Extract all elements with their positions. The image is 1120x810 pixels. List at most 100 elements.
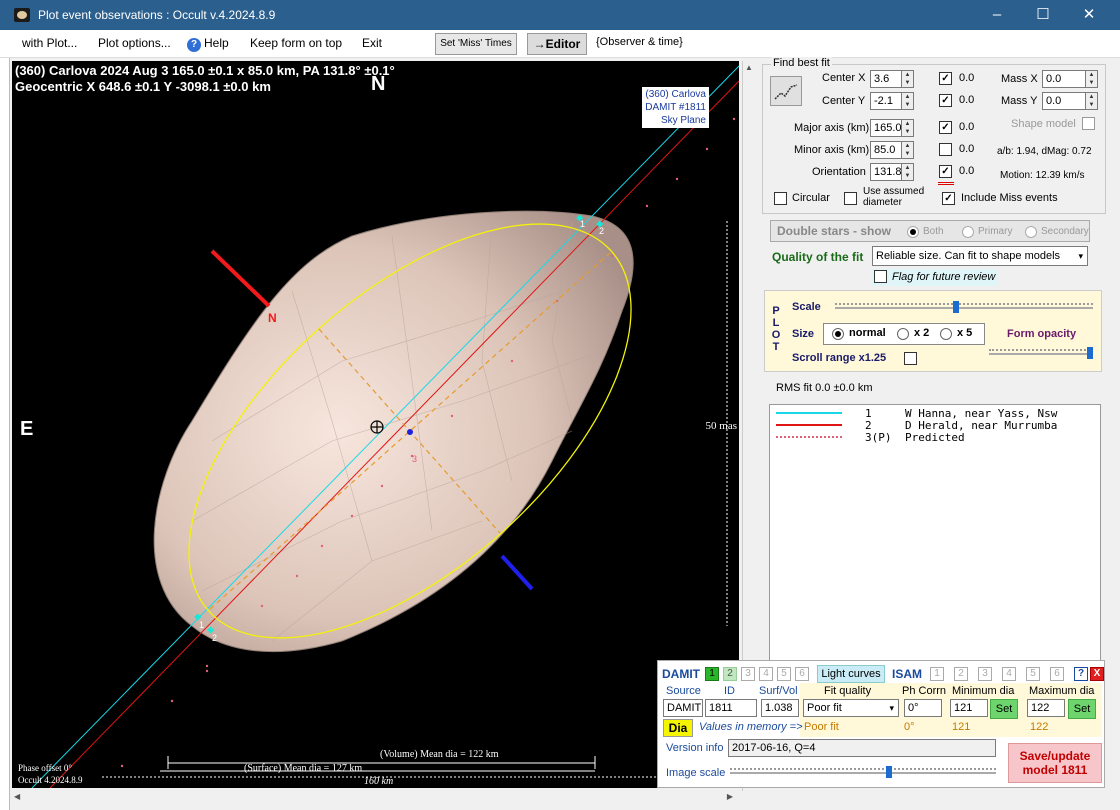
sky-box-line: (360) Carlova — [645, 89, 706, 100]
menu-keep-on-top[interactable]: Keep form on top — [250, 36, 342, 50]
minor-axis-field[interactable]: 85.0 — [870, 141, 902, 159]
slider-track — [835, 307, 1093, 309]
slider-thumb[interactable] — [1087, 347, 1093, 359]
include-miss-checkbox[interactable]: ✓ — [942, 192, 955, 205]
ph-corrn-field[interactable]: 0° — [904, 699, 942, 717]
size-normal-radio[interactable] — [832, 328, 844, 340]
plot-area[interactable]: (360) Carlova 2024 Aug 3 165.0 ±0.1 x 85… — [12, 61, 739, 788]
maximize-button[interactable]: ☐ — [1020, 0, 1066, 30]
image-scale-slider[interactable] — [730, 766, 996, 778]
surf-vol-field[interactable]: 1.038 — [761, 699, 799, 717]
isam-tab-1[interactable]: 1 — [930, 667, 944, 681]
find-best-fit-button[interactable] — [770, 76, 802, 106]
fit-quality-select[interactable]: Poor fit ▾ — [803, 699, 899, 717]
orientation-field[interactable]: 131.8 — [870, 163, 902, 181]
scroll-left-icon: ◀ — [14, 792, 21, 801]
center-x-field[interactable]: 3.6 — [870, 70, 902, 88]
damit-tab-1[interactable]: 1 — [705, 667, 719, 681]
legend-row[interactable]: 1 W Hanna, near Yass, Nsw — [770, 407, 1100, 420]
mass-x-spinner[interactable]: ▲ ▼ — [1086, 70, 1098, 88]
quality-of-fit-select[interactable]: Reliable size. Can fit to shape models ▾ — [872, 246, 1088, 266]
form-opacity-slider[interactable] — [989, 347, 1093, 359]
close-button[interactable]: ✕ — [1066, 0, 1112, 30]
plot-horizontal-scrollbar[interactable]: ◀ ▶ — [12, 790, 739, 806]
center-y-field[interactable]: -2.1 — [870, 92, 902, 110]
chord-label: 3 — [412, 454, 418, 464]
minimize-button[interactable]: – — [974, 0, 1020, 30]
orientation-checkbox[interactable]: ✓ — [939, 165, 952, 178]
damit-tab-2[interactable]: 2 — [723, 667, 737, 681]
scroll-range-checkbox[interactable] — [904, 352, 917, 365]
major-axis-spinner[interactable]: ▲ ▼ — [902, 119, 914, 137]
set-max-dia-button[interactable]: Set — [1068, 699, 1096, 719]
isam-tab-4[interactable]: 4 — [1002, 667, 1016, 681]
flag-review-checkbox[interactable] — [874, 270, 887, 283]
mass-y-field[interactable]: 0.0 — [1042, 92, 1086, 110]
damit-tab-5[interactable]: 5 — [777, 667, 791, 681]
isam-tab-6[interactable]: 6 — [1050, 667, 1064, 681]
orientation-label: Orientation — [812, 166, 866, 178]
menu-observer-time[interactable]: {Observer & time} — [596, 36, 683, 48]
isam-tab-5[interactable]: 5 — [1026, 667, 1040, 681]
major-axis-checkbox[interactable]: ✓ — [939, 121, 952, 134]
slider-thumb[interactable] — [886, 766, 892, 778]
damit-tab-6[interactable]: 6 — [795, 667, 809, 681]
minimum-dia-field[interactable]: 121 — [950, 699, 988, 717]
menu-help[interactable]: ? Help — [187, 36, 229, 52]
center-x-checkbox[interactable]: ✓ — [939, 72, 952, 85]
save-update-model-button[interactable]: Save/update model 1811 — [1008, 743, 1102, 783]
major-axis-label: Major axis (km) — [794, 122, 870, 134]
mass-y-label: Mass Y — [1001, 95, 1038, 107]
editor-button[interactable]: →Editor — [527, 33, 587, 55]
both-radio[interactable] — [907, 226, 919, 238]
menu-plot-options[interactable]: Plot options... — [98, 36, 171, 50]
secondary-radio[interactable] — [1025, 226, 1037, 238]
light-curves-button[interactable]: Light curves — [817, 665, 885, 683]
source-field[interactable]: DAMIT — [663, 699, 703, 717]
both-label: Both — [923, 226, 944, 237]
slider-thumb[interactable] — [953, 301, 959, 313]
set-min-dia-button[interactable]: Set — [990, 699, 1018, 719]
mass-y-spinner[interactable]: ▲ ▼ — [1086, 92, 1098, 110]
slider-ticks — [835, 303, 1093, 306]
set-miss-times-button[interactable]: Set 'Miss' Times — [435, 33, 517, 55]
use-assumed-checkbox[interactable] — [844, 192, 857, 205]
chord-label: 2 — [599, 226, 605, 236]
major-axis-field[interactable]: 165.0 — [870, 119, 902, 137]
center-y-spinner[interactable]: ▲ ▼ — [902, 92, 914, 110]
circular-checkbox[interactable] — [774, 192, 787, 205]
damit-tab-4[interactable]: 4 — [759, 667, 773, 681]
plot-settings-panel: P L O T Scale Size normal x 2 x 5 Form o… — [764, 290, 1102, 372]
maximum-dia-field[interactable]: 122 — [1027, 699, 1065, 717]
primary-radio[interactable] — [962, 226, 974, 238]
flag-review-row[interactable]: Flag for future review — [872, 269, 998, 286]
menu-exit[interactable]: Exit — [362, 36, 382, 50]
center-y-checkbox[interactable]: ✓ — [939, 94, 952, 107]
help-icon[interactable]: ? — [1074, 667, 1088, 681]
size-x2-radio[interactable] — [897, 328, 909, 340]
id-field[interactable]: 1811 — [705, 699, 757, 717]
north-label: N — [371, 73, 386, 95]
surface-mean-dia-label: (Surface) Mean dia = 127 km — [244, 763, 363, 774]
double-stars-panel: Double stars - show Both Primary Seconda… — [770, 220, 1090, 242]
scale-slider[interactable] — [835, 301, 1093, 313]
id-label: ID — [724, 685, 735, 697]
minor-axis-spinner[interactable]: ▲ ▼ — [902, 141, 914, 159]
damit-tab-3[interactable]: 3 — [741, 667, 755, 681]
plot-letter: O — [771, 329, 781, 341]
shape-model-checkbox[interactable] — [1082, 117, 1095, 130]
menu-with-plot[interactable]: with Plot... — [22, 36, 77, 50]
legend-row[interactable]: 2 D Herald, near Murrumba — [770, 419, 1100, 432]
isam-tab-2[interactable]: 2 — [954, 667, 968, 681]
minor-axis-checkbox[interactable] — [939, 143, 952, 156]
isam-tab-3[interactable]: 3 — [978, 667, 992, 681]
mass-x-field[interactable]: 0.0 — [1042, 70, 1086, 88]
legend-row[interactable]: 3(P) Predicted — [770, 431, 1100, 444]
size-x5-label: x 5 — [957, 327, 973, 339]
close-icon[interactable]: X — [1090, 667, 1104, 681]
orientation-spinner[interactable]: ▲ ▼ — [902, 163, 914, 181]
version-info-field: 2017-06-16, Q=4 — [728, 739, 996, 757]
center-x-spinner[interactable]: ▲ ▼ — [902, 70, 914, 88]
size-x5-radio[interactable] — [940, 328, 952, 340]
dia-button[interactable]: Dia — [663, 719, 693, 737]
